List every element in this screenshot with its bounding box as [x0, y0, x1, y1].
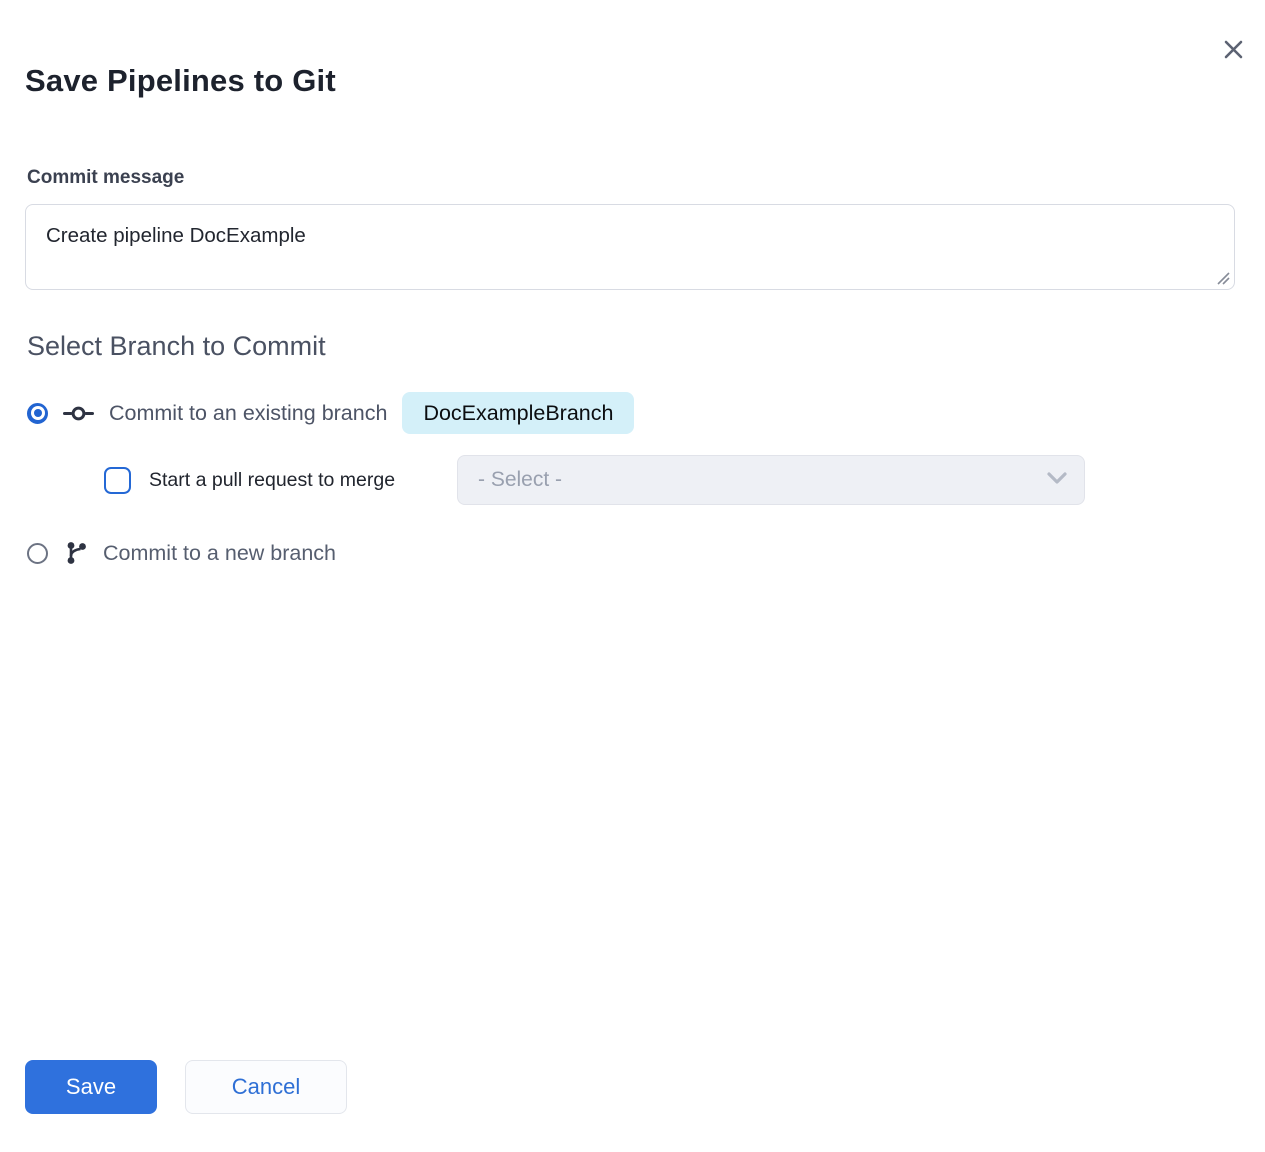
existing-branch-label[interactable]: Commit to an existing branch — [109, 401, 387, 426]
cancel-button[interactable]: Cancel — [185, 1060, 347, 1114]
select-branch-heading: Select Branch to Commit — [27, 331, 326, 362]
save-pipelines-modal: Save Pipelines to Git Commit message Cre… — [0, 0, 1265, 1152]
close-icon — [1223, 39, 1244, 60]
merge-branch-select[interactable]: - Select - — [457, 455, 1085, 505]
existing-branch-radio[interactable] — [27, 403, 48, 424]
page-title: Save Pipelines to Git — [25, 63, 336, 99]
chevron-down-icon — [1046, 471, 1068, 490]
existing-branch-row: Commit to an existing branch DocExampleB… — [27, 392, 634, 434]
pull-request-label[interactable]: Start a pull request to merge — [149, 469, 395, 492]
save-button[interactable]: Save — [25, 1060, 157, 1114]
pull-request-checkbox[interactable] — [104, 467, 131, 494]
close-button[interactable] — [1217, 33, 1249, 65]
commit-message-label: Commit message — [27, 167, 184, 189]
git-branch-icon — [65, 541, 88, 565]
pull-request-row: Start a pull request to merge — [104, 455, 395, 505]
merge-branch-select-value: - Select - — [478, 468, 1046, 492]
new-branch-label[interactable]: Commit to a new branch — [103, 541, 336, 566]
new-branch-radio[interactable] — [27, 543, 48, 564]
git-commit-icon — [63, 405, 94, 422]
commit-message-field-wrap: Create pipeline DocExample — [25, 204, 1235, 290]
commit-message-input[interactable]: Create pipeline DocExample — [25, 204, 1235, 290]
new-branch-row: Commit to a new branch — [27, 532, 336, 574]
branch-name-badge: DocExampleBranch — [402, 392, 634, 434]
